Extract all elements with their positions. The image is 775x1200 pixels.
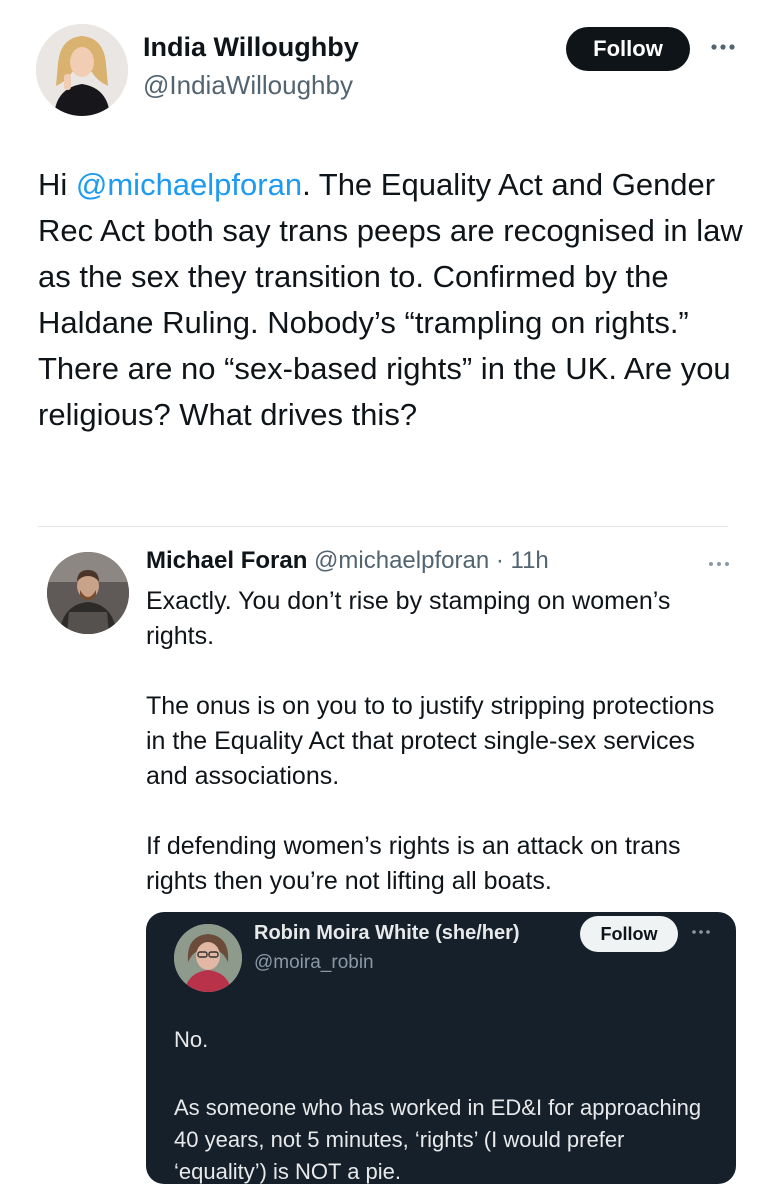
quote-paragraph: If defending women’s rights is an attack… (146, 832, 681, 895)
separator-dot: · (495, 547, 504, 574)
nested-author-handle[interactable]: @moira_robin (254, 952, 374, 974)
tweet-text-prefix: Hi (38, 167, 76, 202)
quote-header: Michael Foran @michaelpforan · 11h (146, 547, 549, 575)
quote-author-name[interactable]: Michael Foran (146, 547, 307, 574)
divider (38, 526, 728, 527)
quote-timestamp[interactable]: 11h (511, 547, 549, 574)
nested-paragraph: As someone who has worked in ED&I for ap… (174, 1095, 702, 1184)
avatar-michael-foran[interactable] (47, 552, 129, 634)
tweet-text: Hi @michaelpforan. The Equality Act and … (38, 162, 748, 438)
quote-paragraph: The onus is on you to to justify strippi… (146, 692, 715, 790)
author-handle[interactable]: @IndiaWilloughby (143, 70, 353, 101)
quote-author-handle[interactable]: @michaelpforan (314, 547, 489, 574)
avatar-robin-moira-white[interactable] (174, 924, 242, 992)
quote-paragraph: Exactly. You don’t rise by stamping on w… (146, 587, 671, 650)
tweet-text-body: . The Equality Act and Gender Rec Act bo… (38, 167, 743, 432)
nested-follow-button[interactable]: Follow (580, 916, 678, 952)
more-horizontal-icon[interactable] (706, 34, 740, 60)
nested-tweet-card[interactable]: Robin Moira White (she/her) @moira_robin… (146, 912, 736, 1184)
avatar-india-willoughby[interactable] (36, 24, 128, 116)
nested-author-name[interactable]: Robin Moira White (she/her) (254, 922, 520, 945)
quote-more-icon[interactable] (702, 554, 736, 574)
nested-paragraph: No. (174, 1027, 209, 1052)
mention-link[interactable]: @michaelpforan (76, 167, 302, 202)
follow-button[interactable]: Follow (566, 27, 690, 71)
author-name[interactable]: India Willoughby (143, 32, 359, 63)
nested-more-icon[interactable] (686, 922, 716, 942)
